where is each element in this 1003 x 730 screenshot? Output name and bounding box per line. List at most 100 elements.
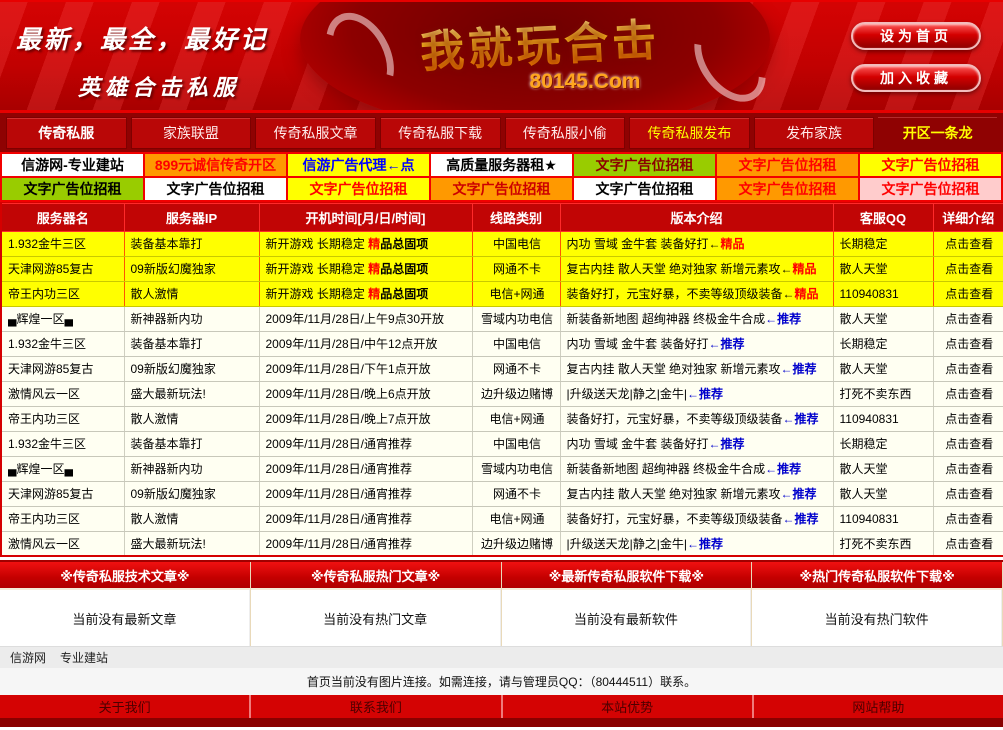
server-name-link[interactable]: 1.932金牛三区 — [1, 231, 124, 256]
detail-link[interactable]: 点击查看 — [933, 431, 1003, 456]
arrow-icon: ← — [709, 237, 721, 251]
text-ad-link[interactable]: 文字广告位招租 — [716, 153, 859, 177]
intro-badge[interactable]: 推荐 — [721, 337, 745, 351]
detail-link[interactable]: 点击查看 — [933, 506, 1003, 531]
server-ip-cell: 盛大最新玩法! — [124, 531, 259, 556]
detail-link[interactable]: 点击查看 — [933, 381, 1003, 406]
set-homepage-button[interactable]: 设为首页 — [851, 22, 981, 50]
server-ip-cell: 装备基本靠打 — [124, 431, 259, 456]
text-ad-link[interactable]: 文字广告位招租 — [859, 153, 1002, 177]
text-ad-link[interactable]: 文字广告位招租 — [859, 177, 1002, 201]
server-name-link[interactable]: 激情风云一区 — [1, 381, 124, 406]
version-intro-cell: 复古内挂 散人天堂 绝对独家 新增元素攻←精品 — [560, 256, 833, 281]
intro-text: 内功 雪域 金牛套 装备好打 — [567, 237, 709, 251]
detail-link[interactable]: 点击查看 — [933, 406, 1003, 431]
text-ad-link[interactable]: 文字广告位招租 — [1, 177, 144, 201]
sticky-label: 品总固项 — [380, 287, 428, 301]
intro-text: 复古内挂 散人天堂 绝对独家 新增元素攻 — [567, 262, 781, 276]
nav-item[interactable]: 发布家族 — [754, 117, 875, 149]
open-time-cell: 2009年/11月/28日/通宵推荐 — [259, 456, 472, 481]
server-name-link[interactable]: 帝王内功三区 — [1, 406, 124, 431]
server-row: 帝王内功三区 散人激情 新开游戏 长期稳定 精品总固项 电信+网通 装备好打，元… — [1, 281, 1003, 306]
builder-name-link[interactable]: 信游网 — [10, 649, 46, 666]
nav-item[interactable]: 传奇私服发布 — [629, 117, 750, 149]
open-time-text: 新开游戏 长期稳定 — [266, 287, 369, 301]
intro-badge[interactable]: 精品 — [793, 262, 817, 276]
arrow-icon: ← — [709, 337, 721, 351]
server-name-link[interactable]: 激情风云一区 — [1, 531, 124, 556]
detail-link[interactable]: 点击查看 — [933, 356, 1003, 381]
sticky-label: 品总固项 — [380, 262, 428, 276]
open-time-text: 2009年/11月/28日/上午9点30开放 — [266, 312, 445, 326]
intro-badge[interactable]: 推荐 — [793, 487, 817, 501]
server-name-link[interactable]: ▄辉煌一区▄ — [1, 306, 124, 331]
footer-link[interactable]: 本站优势 — [503, 695, 754, 718]
nav-item[interactable]: 传奇私服下载 — [380, 117, 501, 149]
section-column: ※热门传奇私服软件下载※ 当前没有热门软件 — [752, 562, 1003, 646]
intro-badge[interactable]: 推荐 — [699, 387, 723, 401]
server-name-link[interactable]: 天津网游85复古 — [1, 481, 124, 506]
version-intro-cell: 新装备新地图 超绚神器 终极金牛合成←推荐 — [560, 306, 833, 331]
nav-item[interactable]: 传奇私服文章 — [255, 117, 376, 149]
intro-badge[interactable]: 推荐 — [793, 362, 817, 376]
text-ad-link[interactable]: 文字广告位招租 — [430, 177, 573, 201]
top-banner: 最新，最全，最好记 英雄合击私服 我就玩合击 80145.Com 设为首页 加入… — [0, 2, 1003, 110]
nav-item[interactable]: 传奇私服 — [6, 117, 127, 149]
builder-slogan: 专业建站 — [60, 649, 108, 666]
server-name-link[interactable]: 帝王内功三区 — [1, 281, 124, 306]
text-ad-link[interactable]: 文字广告位招租 — [573, 177, 716, 201]
text-ads-table: 信游网-专业建站899元诚信传奇开区信游广告代理←点高质量服务器租★文字广告位招… — [0, 152, 1003, 202]
arrow-icon: ← — [783, 287, 795, 301]
footer-link[interactable]: 联系我们 — [251, 695, 502, 718]
detail-link[interactable]: 点击查看 — [933, 306, 1003, 331]
detail-link[interactable]: 点击查看 — [933, 531, 1003, 556]
nav-item[interactable]: 开区一条龙 — [878, 117, 997, 149]
intro-badge[interactable]: 精品 — [795, 287, 819, 301]
arrow-icon: ← — [783, 412, 795, 426]
section-title: ※传奇私服热门文章※ — [251, 562, 501, 590]
text-ad-link[interactable]: 信游网-专业建站 — [1, 153, 144, 177]
detail-link[interactable]: 点击查看 — [933, 231, 1003, 256]
server-name-link[interactable]: 天津网游85复古 — [1, 356, 124, 381]
open-time-text: 2009年/11月/28日/通宵推荐 — [266, 462, 413, 476]
intro-badge[interactable]: 精品 — [721, 237, 745, 251]
server-name-link[interactable]: 1.932金牛三区 — [1, 431, 124, 456]
text-ad-link[interactable]: 文字广告位招租 — [287, 177, 430, 201]
detail-link[interactable]: 点击查看 — [933, 456, 1003, 481]
server-name-link[interactable]: 帝王内功三区 — [1, 506, 124, 531]
text-ad-link[interactable]: 文字广告位招租 — [573, 153, 716, 177]
server-ip-cell: 09新版幻魔独家 — [124, 481, 259, 506]
footer-link[interactable]: 关于我们 — [0, 695, 251, 718]
intro-text: 复古内挂 散人天堂 绝对独家 新增元素攻 — [567, 487, 781, 501]
text-ad-link[interactable]: 文字广告位招租 — [716, 177, 859, 201]
detail-link[interactable]: 点击查看 — [933, 481, 1003, 506]
line-type-cell: 网通不卡 — [472, 481, 560, 506]
add-favorites-button[interactable]: 加入收藏 — [851, 64, 981, 92]
detail-link[interactable]: 点击查看 — [933, 331, 1003, 356]
footer-link[interactable]: 网站帮助 — [754, 695, 1003, 718]
server-row: 帝王内功三区 散人激情 2009年/11月/28日/晚上7点开放 电信+网通 装… — [1, 406, 1003, 431]
col-header-detail: 详细介绍 — [933, 203, 1003, 231]
detail-link[interactable]: 点击查看 — [933, 256, 1003, 281]
server-name-link[interactable]: ▄辉煌一区▄ — [1, 456, 124, 481]
service-qq-cell: 散人天堂 — [833, 306, 933, 331]
intro-badge[interactable]: 推荐 — [699, 537, 723, 551]
nav-item[interactable]: 家族联盟 — [131, 117, 252, 149]
text-ad-link[interactable]: 信游广告代理←点 — [287, 153, 430, 177]
site-tagline: 最新，最全，最好记 英雄合击私服 — [16, 20, 268, 102]
intro-badge[interactable]: 推荐 — [795, 512, 819, 526]
intro-badge[interactable]: 推荐 — [777, 312, 801, 326]
intro-badge[interactable]: 推荐 — [777, 462, 801, 476]
line-type-cell: 雪域内功电信 — [472, 306, 560, 331]
section-empty-message: 当前没有热门软件 — [752, 590, 1002, 646]
server-name-link[interactable]: 天津网游85复古 — [1, 256, 124, 281]
text-ad-link[interactable]: 文字广告位招租 — [144, 177, 287, 201]
intro-badge[interactable]: 推荐 — [721, 437, 745, 451]
detail-link[interactable]: 点击查看 — [933, 281, 1003, 306]
text-ad-link[interactable]: 899元诚信传奇开区 — [144, 153, 287, 177]
nav-item[interactable]: 传奇私服小偷 — [505, 117, 626, 149]
server-name-link[interactable]: 1.932金牛三区 — [1, 331, 124, 356]
ads-row-2: 文字广告位招租文字广告位招租文字广告位招租文字广告位招租文字广告位招租文字广告位… — [1, 177, 1002, 201]
text-ad-link[interactable]: 高质量服务器租★ — [430, 153, 573, 177]
intro-badge[interactable]: 推荐 — [795, 412, 819, 426]
